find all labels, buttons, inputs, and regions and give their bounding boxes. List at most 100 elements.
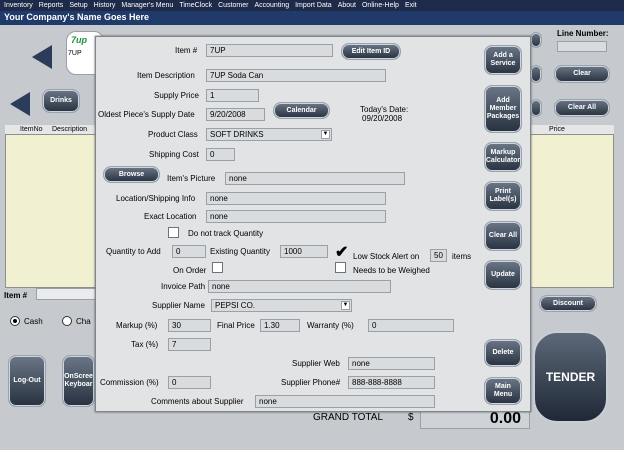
menu-exit[interactable]: Exit xyxy=(405,2,417,9)
tender-button[interactable]: TENDER xyxy=(533,331,608,423)
tax-input[interactable]: 7 xyxy=(168,338,211,351)
location-shipping-label: Location/Shipping Info xyxy=(116,194,196,203)
commission-label: Commission (%) xyxy=(100,378,159,387)
low-stock-input[interactable]: 50 xyxy=(430,249,447,262)
shipping-cost-label: Shipping Cost xyxy=(149,150,199,159)
menu-import-data[interactable]: Import Data xyxy=(295,2,332,9)
supplier-name-value: PEPSI CO. xyxy=(215,301,256,310)
browse-button[interactable]: Browse xyxy=(103,166,160,183)
supplier-name-label: Supplier Name xyxy=(152,301,205,310)
product-class-value: SOFT DRINKS xyxy=(210,130,264,139)
quantity-to-add-input[interactable]: 0 xyxy=(172,245,206,258)
product-class-select[interactable]: SOFT DRINKS ▼ xyxy=(206,128,332,141)
menu-history[interactable]: History xyxy=(94,2,116,9)
item-tile-label: 7UP xyxy=(68,50,82,57)
final-price-label: Final Price xyxy=(217,321,255,330)
charge-label: Cha xyxy=(76,317,91,326)
partial-button[interactable] xyxy=(530,65,542,83)
oldest-supply-date-label: Oldest Piece's Supply Date xyxy=(98,110,195,119)
needs-weighed-label: Needs to be Weighed xyxy=(353,266,430,275)
menu-timeclock[interactable]: TimeClock xyxy=(179,2,212,9)
menu-reports[interactable]: Reports xyxy=(39,2,64,9)
logout-button[interactable]: Log-Out xyxy=(8,355,46,407)
charge-radio[interactable] xyxy=(62,316,72,326)
supply-price-input[interactable]: 1 xyxy=(206,89,259,102)
delete-button[interactable]: Delete xyxy=(484,339,522,367)
do-not-track-label: Do not track Quantity xyxy=(188,229,264,238)
markup-calculator-button[interactable]: Markup Calculator xyxy=(484,142,522,172)
menu-accounting[interactable]: Accounting xyxy=(254,2,289,9)
supplier-phone-input[interactable]: 888-888-8888 xyxy=(348,376,435,389)
cash-radio[interactable] xyxy=(10,316,20,326)
partial-button[interactable] xyxy=(530,32,542,48)
item-no-label: Item # xyxy=(175,46,198,55)
clear-all-button[interactable]: Clear All xyxy=(554,99,610,117)
add-service-button[interactable]: Add a Service xyxy=(484,45,522,75)
clear-button[interactable]: Clear xyxy=(554,65,610,83)
markup-input[interactable]: 30 xyxy=(168,319,211,332)
tax-label: Tax (%) xyxy=(131,340,159,349)
supplier-name-select[interactable]: PEPSI CO. ▼ xyxy=(211,299,352,312)
menu-setup[interactable]: Setup xyxy=(69,2,87,9)
calendar-button[interactable]: Calendar xyxy=(273,102,330,119)
partial-button[interactable] xyxy=(530,99,542,117)
item-no-input[interactable]: 7UP xyxy=(206,44,333,57)
existing-quantity-input[interactable]: 1000 xyxy=(280,245,328,258)
quantity-to-add-label: Quantity to Add xyxy=(106,247,161,256)
item-picture-label: Item's Picture xyxy=(167,174,216,183)
location-shipping-input[interactable]: none xyxy=(206,192,386,205)
item-picture-input[interactable]: none xyxy=(225,172,405,185)
on-order-label: On Order xyxy=(173,266,207,275)
dialog-clear-all-button[interactable]: Clear All xyxy=(484,221,522,251)
main-menu-button[interactable]: Main Menu xyxy=(484,377,522,405)
column-description: Description xyxy=(52,126,88,133)
supplier-comments-label: Comments about Supplier xyxy=(151,397,244,406)
discount-button[interactable]: Discount xyxy=(539,295,597,312)
needs-weighed-checkbox[interactable] xyxy=(335,262,346,273)
low-stock-checkbox[interactable]: ✔ xyxy=(335,245,348,261)
drinks-category-button[interactable]: Drinks xyxy=(42,89,80,113)
grand-total-label: GRAND TOTAL xyxy=(313,412,384,423)
company-name: Your Company's Name Goes Here xyxy=(4,12,150,22)
update-button[interactable]: Update xyxy=(484,260,522,290)
menu-about[interactable]: About xyxy=(338,2,356,9)
menu-customer[interactable]: Customer xyxy=(218,2,248,9)
grand-total-value: 0.00 xyxy=(420,409,530,429)
line-number-label: Line Number: xyxy=(557,29,609,38)
chevron-down-icon: ▼ xyxy=(341,301,350,310)
print-labels-button[interactable]: Print Label(s) xyxy=(484,181,522,211)
prev-arrow-icon[interactable] xyxy=(32,45,52,69)
shipping-cost-input[interactable]: 0 xyxy=(206,148,235,161)
column-itemno: ItemNo xyxy=(20,126,43,133)
commission-input[interactable]: 0 xyxy=(168,376,211,389)
add-member-packages-button[interactable]: Add Member Packages xyxy=(484,85,522,133)
item-description-input[interactable]: 7UP Soda Can xyxy=(206,69,386,82)
prev-category-arrow-icon[interactable] xyxy=(10,92,30,116)
menu-online-help[interactable]: Online-Help xyxy=(362,2,399,9)
supplier-phone-label: Supplier Phone# xyxy=(281,378,341,387)
product-class-label: Product Class xyxy=(148,130,198,139)
existing-quantity-label: Existing Quantity xyxy=(210,247,271,256)
todays-date-label: Today's Date: xyxy=(360,105,409,114)
supply-price-label: Supply Price xyxy=(154,91,199,100)
menu-bar: Inventory Reports Setup History Manager'… xyxy=(0,0,624,11)
menu-inventory[interactable]: Inventory xyxy=(4,2,33,9)
exact-location-input[interactable]: none xyxy=(206,210,386,223)
onscreen-keyboard-button[interactable]: OnScree Keyboar xyxy=(62,355,95,407)
cash-label: Cash xyxy=(24,317,43,326)
column-price: Price xyxy=(549,126,565,133)
supplier-web-input[interactable]: none xyxy=(348,357,435,370)
do-not-track-checkbox[interactable] xyxy=(168,227,179,238)
supplier-comments-input[interactable]: none xyxy=(255,395,435,408)
final-price-input[interactable]: 1.30 xyxy=(260,319,300,332)
exact-location-label: Exact Location xyxy=(144,212,197,221)
line-number-input[interactable] xyxy=(557,41,607,52)
warranty-input[interactable]: 0 xyxy=(368,319,454,332)
edit-item-id-button[interactable]: Edit Item ID xyxy=(341,43,401,60)
low-stock-label: Low Stock Alert on xyxy=(353,252,420,261)
invoice-path-input[interactable]: none xyxy=(208,280,391,293)
menu-managers-menu[interactable]: Manager's Menu xyxy=(121,2,173,9)
on-order-checkbox[interactable] xyxy=(212,262,223,273)
invoice-path-label: Invoice Path xyxy=(161,282,206,291)
oldest-supply-date-input[interactable]: 9/20/2008 xyxy=(206,108,265,121)
